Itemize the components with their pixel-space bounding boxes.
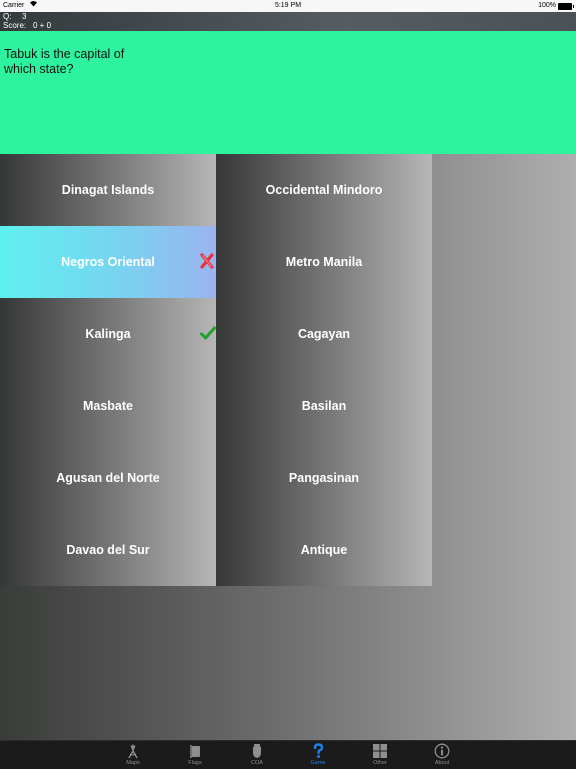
tab-maps[interactable]: Maps	[108, 741, 158, 769]
question-text: Tabuk is the capital of which state?	[4, 47, 125, 76]
answer-button-basilan[interactable]: Basilan	[216, 370, 432, 442]
answer-label: Occidental Mindoro	[265, 183, 383, 197]
answer-label: Basilan	[301, 399, 347, 413]
tab-label: Flags	[188, 760, 202, 766]
tab-label: COA	[251, 760, 263, 766]
answer-button-masbate[interactable]: Masbate	[0, 370, 216, 442]
answer-button-dinagat-islands[interactable]: Dinagat Islands	[0, 154, 216, 226]
tab-game[interactable]: Game	[293, 741, 343, 769]
battery-icon	[558, 3, 574, 10]
answer-button-occidental-mindoro[interactable]: Occidental Mindoro	[216, 154, 432, 226]
tab-label: Maps	[126, 760, 140, 766]
tab-other[interactable]: Other	[355, 741, 405, 769]
tab-bar: Maps Flags COA Game Other About	[0, 740, 576, 769]
answer-label: Metro Manila	[285, 255, 363, 269]
answer-button-kalinga[interactable]: Kalinga	[0, 298, 216, 370]
flag-icon	[187, 743, 203, 759]
question-number-value: 3	[22, 12, 27, 21]
wrong-x-icon	[200, 253, 214, 269]
answer-label: Kalinga	[85, 327, 131, 341]
answer-button-negros-oriental[interactable]: Negros Oriental	[0, 226, 216, 298]
tab-label: Game	[310, 760, 326, 766]
correct-checkmark-icon	[200, 325, 216, 341]
answer-label: Antique	[300, 543, 348, 557]
question-number-label: Q:	[3, 12, 12, 21]
answer-label: Masbate	[82, 399, 134, 413]
tab-label: Other	[373, 760, 387, 766]
question-mark-icon	[310, 743, 326, 759]
answer-button-cagayan[interactable]: Cagayan	[216, 298, 432, 370]
answer-button-antique[interactable]: Antique	[216, 514, 432, 586]
answer-label: Agusan del Norte	[56, 471, 160, 485]
compass-icon	[125, 743, 141, 759]
answer-label: Negros Oriental	[61, 255, 155, 269]
answer-label: Pangasinan	[288, 471, 360, 485]
tab-coa[interactable]: COA	[232, 741, 282, 769]
answer-label: Dinagat Islands	[61, 183, 155, 197]
score-row: Score: 0 + 0	[3, 21, 51, 30]
battery-percent: 100%	[538, 2, 556, 9]
game-info-bar: Q: 3 Score: 0 + 0	[0, 12, 576, 31]
clock: 5:19 PM	[274, 2, 302, 9]
question-number-row: Q: 3	[3, 12, 26, 21]
shield-icon	[249, 743, 265, 759]
answer-button-pangasinan[interactable]: Pangasinan	[216, 442, 432, 514]
tab-about[interactable]: About	[417, 741, 467, 769]
answer-button-agusan-del-norte[interactable]: Agusan del Norte	[0, 442, 216, 514]
answer-button-metro-manila[interactable]: Metro Manila	[216, 226, 432, 298]
tab-flags[interactable]: Flags	[170, 741, 220, 769]
answer-button-davao-del-sur[interactable]: Davao del Sur	[0, 514, 216, 586]
score-label: Score:	[3, 21, 27, 30]
info-icon	[434, 743, 450, 759]
answer-label: Davao del Sur	[66, 543, 150, 557]
grid-icon	[372, 743, 388, 759]
answer-label: Cagayan	[297, 327, 351, 341]
score-value: 0 + 0	[33, 21, 52, 30]
question-panel: Tabuk is the capital of which state?	[0, 31, 576, 154]
tab-label: About	[434, 760, 450, 766]
